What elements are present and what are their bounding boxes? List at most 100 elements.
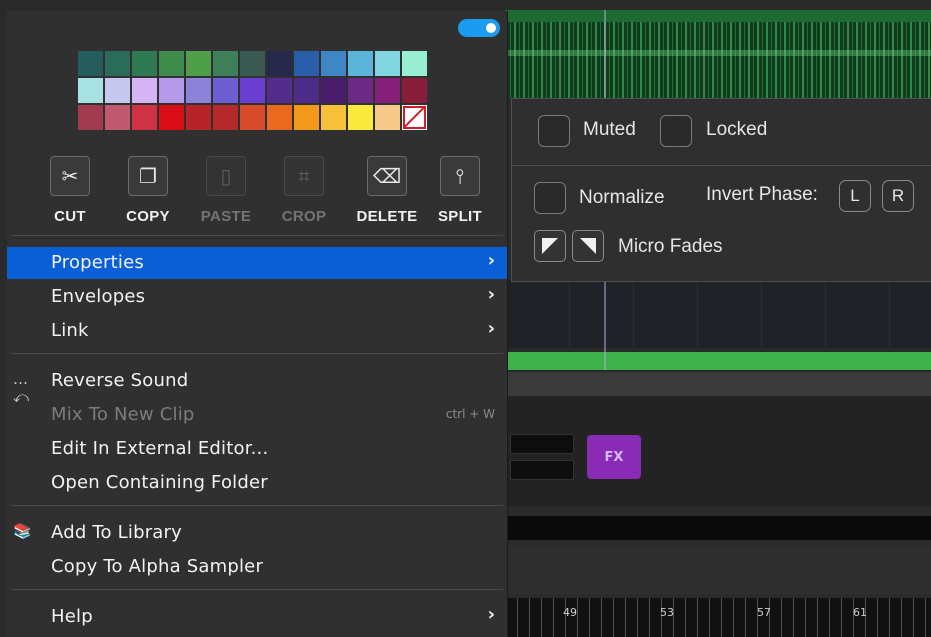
delete-label: DELETE — [356, 208, 418, 225]
menu-item-envelopes[interactable]: Envelopes › — [7, 281, 507, 313]
menu-item-edit-external[interactable]: Edit In External Editor... — [7, 433, 507, 465]
color-swatch[interactable] — [105, 51, 130, 76]
color-swatch[interactable] — [402, 51, 427, 76]
fade-in-button[interactable] — [534, 230, 566, 262]
color-swatch[interactable] — [78, 105, 103, 130]
color-swatch[interactable] — [186, 51, 211, 76]
menu-item-add-to-library[interactable]: 📚 Add To Library — [7, 517, 507, 549]
muted-label: Muted — [583, 119, 636, 140]
color-swatch[interactable] — [294, 78, 319, 103]
color-swatch[interactable] — [159, 105, 184, 130]
fx-button[interactable]: FX — [587, 435, 641, 479]
color-swatch[interactable] — [186, 105, 211, 130]
color-swatch[interactable] — [240, 105, 265, 130]
cut-label: CUT — [54, 208, 86, 225]
color-swatch[interactable] — [348, 51, 373, 76]
menu-item-label: Envelopes — [51, 286, 146, 307]
chevron-right-icon: › — [487, 604, 495, 625]
clip-bar[interactable] — [505, 352, 931, 370]
ruler-number: 49 — [563, 606, 577, 619]
timeline-bar — [505, 516, 931, 540]
muted-checkbox[interactable] — [538, 115, 570, 147]
cut-button[interactable]: ✂ CUT — [39, 156, 101, 225]
menu-item-label: Link — [51, 320, 89, 341]
insert-slot[interactable] — [510, 460, 574, 480]
library-icon: 📚 — [13, 522, 32, 540]
delete-icon: ⌫ — [367, 156, 407, 196]
color-swatch[interactable] — [267, 51, 292, 76]
color-swatch[interactable] — [321, 51, 346, 76]
color-swatch[interactable] — [402, 78, 427, 103]
menu-item-link[interactable]: Link › — [7, 315, 507, 347]
color-swatch[interactable] — [213, 51, 238, 76]
menu-item-label: Add To Library — [51, 522, 182, 543]
color-swatch[interactable] — [240, 78, 265, 103]
color-swatch[interactable] — [105, 105, 130, 130]
micro-fades-label: Micro Fades — [618, 236, 723, 257]
color-swatch[interactable] — [267, 105, 292, 130]
color-swatch[interactable] — [159, 78, 184, 103]
color-swatch[interactable] — [213, 78, 238, 103]
color-swatch[interactable] — [375, 105, 400, 130]
color-swatch[interactable] — [294, 105, 319, 130]
delete-button[interactable]: ⌫ DELETE — [351, 156, 423, 225]
color-palette — [78, 51, 427, 130]
chevron-right-icon: › — [487, 250, 495, 271]
color-swatch[interactable] — [348, 105, 373, 130]
locked-checkbox[interactable] — [660, 115, 692, 147]
menu-item-reverse-sound[interactable]: …⤺ Reverse Sound — [7, 365, 507, 406]
color-swatch[interactable] — [321, 105, 346, 130]
paste-label: PASTE — [200, 208, 252, 225]
color-swatch[interactable] — [105, 78, 130, 103]
color-swatch[interactable] — [294, 51, 319, 76]
color-swatch[interactable] — [213, 105, 238, 130]
color-swatch[interactable] — [78, 51, 103, 76]
menu-item-mix-to-new-clip[interactable]: Mix To New Clip ctrl + W — [7, 399, 507, 431]
menu-item-label: Reverse Sound — [51, 370, 189, 391]
crop-button[interactable]: ⌗ CROP — [273, 156, 335, 225]
menu-item-label: Properties — [51, 252, 144, 273]
menu-item-label: Open Containing Folder — [51, 472, 268, 493]
ruler-number: 61 — [853, 606, 867, 619]
waveform-clip[interactable] — [505, 10, 931, 98]
fade-out-button[interactable] — [572, 230, 604, 262]
track-header-strip — [505, 372, 931, 396]
menu-item-properties[interactable]: Properties › — [7, 247, 507, 279]
copy-label: COPY — [126, 208, 170, 225]
fade-in-icon — [542, 238, 558, 254]
split-button[interactable]: ⫯ SPLIT — [429, 156, 491, 225]
color-swatch[interactable] — [78, 78, 103, 103]
paste-button[interactable]: ▯ PASTE — [195, 156, 257, 225]
normalize-checkbox[interactable] — [534, 182, 566, 214]
properties-submenu: Muted Locked Normalize Invert Phase: L R… — [511, 98, 931, 282]
menu-item-open-folder[interactable]: Open Containing Folder — [7, 467, 507, 499]
menu-item-help[interactable]: Help › — [7, 601, 507, 633]
color-swatch[interactable] — [267, 78, 292, 103]
insert-slot[interactable] — [510, 434, 574, 454]
chevron-right-icon: › — [487, 318, 495, 339]
invert-phase-right-button[interactable]: R — [882, 180, 914, 212]
color-swatch[interactable] — [375, 51, 400, 76]
color-swatch[interactable] — [348, 78, 373, 103]
color-swatch[interactable] — [159, 51, 184, 76]
copy-button[interactable]: ❐ COPY — [117, 156, 179, 225]
no-color-swatch[interactable] — [402, 105, 427, 130]
color-swatch[interactable] — [132, 51, 157, 76]
color-swatch[interactable] — [186, 78, 211, 103]
color-swatch[interactable] — [375, 78, 400, 103]
crop-icon: ⌗ — [284, 156, 324, 196]
color-swatch[interactable] — [132, 105, 157, 130]
color-swatch[interactable] — [132, 78, 157, 103]
color-swatch[interactable] — [240, 51, 265, 76]
scissors-icon: ✂ — [50, 156, 90, 196]
invert-phase-label: Invert Phase: — [706, 184, 818, 205]
menu-item-copy-to-sampler[interactable]: Copy To Alpha Sampler — [7, 551, 507, 583]
edit-toolbar: ✂ CUT ❐ COPY ▯ PASTE ⌗ CROP ⌫ DELETE ⫯ S… — [39, 156, 489, 226]
color-swatch[interactable] — [321, 78, 346, 103]
invert-phase-left-button[interactable]: L — [839, 180, 871, 212]
crop-label: CROP — [281, 208, 327, 225]
fade-out-icon — [580, 238, 596, 254]
toggle-knob — [486, 23, 496, 33]
locked-label: Locked — [706, 119, 768, 140]
color-toggle[interactable] — [458, 19, 500, 37]
